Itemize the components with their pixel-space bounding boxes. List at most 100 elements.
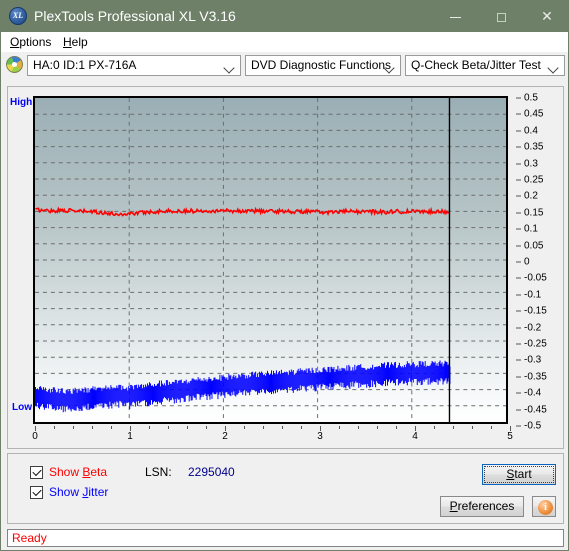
lsn-value: 2295040 (188, 465, 235, 479)
y-axis-tick-mark (516, 343, 521, 345)
y-axis-tick-mark (516, 310, 521, 312)
y-axis-tick-mark (516, 113, 521, 115)
x-axis-tick-mark (92, 426, 93, 429)
y-axis-tick-mark (516, 359, 521, 361)
controls-panel: Show Beta Show Jitter LSN: 2295040 Start… (7, 453, 564, 524)
y-axis-tick-label: 0.05 (524, 240, 544, 252)
y-axis-tick-mark (516, 245, 521, 247)
toolbar: HA:0 ID:1 PX-716A DVD Diagnostic Functio… (1, 52, 568, 80)
menu-item-options[interactable]: Options (6, 34, 55, 50)
menu-item-help[interactable]: Help (59, 34, 92, 50)
start-button[interactable]: Start (482, 464, 556, 485)
close-icon: ✕ (541, 8, 553, 24)
x-axis-tick-label: 5 (507, 431, 513, 442)
chart-series-layer (35, 98, 451, 422)
chart-panel: High Low 0.5 0.45 0.4 0.35 0.3 0.25 0.2 0.15 0.1… (7, 86, 564, 449)
info-icon: i (538, 500, 553, 515)
x-axis-tick-mark (111, 426, 112, 429)
x-axis-tick-mark (149, 426, 150, 429)
drive-select-value: HA:0 ID:1 PX-716A (33, 58, 137, 72)
y-axis-tick-label: -0.5 (524, 420, 542, 432)
x-axis-tick-mark (472, 426, 473, 429)
status-bar: Ready (7, 529, 564, 547)
y-axis-tick-mark (516, 425, 521, 427)
status-text: Ready (12, 531, 47, 545)
chevron-down-icon (380, 56, 399, 75)
y-axis-tick-mark (516, 146, 521, 148)
y-axis-tick-label: 0.5 (524, 92, 538, 104)
close-button[interactable]: ✕ (524, 1, 568, 32)
chart-high-label: High (10, 97, 33, 108)
app-logo-text: XL (12, 11, 24, 20)
y-axis-tick-label: -0.2 (524, 322, 542, 334)
function-select-value: DVD Diagnostic Functions (251, 58, 392, 72)
show-beta-label: Show Beta (49, 465, 108, 479)
chart-x-axis: 0 1 2 3 4 5 (32, 426, 513, 444)
checkbox-checked-icon (30, 466, 43, 479)
y-axis-tick-label: -0.45 (524, 404, 547, 416)
start-button-label: Start (506, 467, 532, 481)
drive-select[interactable]: HA:0 ID:1 PX-716A (27, 55, 241, 76)
x-axis-tick-label: 0 (32, 431, 38, 442)
x-axis-tick-mark (73, 426, 74, 429)
x-axis-tick-mark (244, 426, 245, 429)
y-axis-tick-label: -0.25 (524, 338, 547, 350)
show-jitter-label: Show Jitter (49, 485, 109, 499)
y-axis-tick-label: 0.45 (524, 108, 544, 120)
y-axis-tick-mark (516, 212, 521, 214)
y-axis-tick-mark (516, 277, 521, 279)
test-select[interactable]: Q-Check Beta/Jitter Test (405, 55, 565, 76)
x-axis-tick-label: 2 (222, 431, 228, 442)
title-bar: XL PlexTools Professional XL V3.16 ✕ (1, 1, 568, 32)
y-axis-tick-label: 0.15 (524, 207, 544, 219)
preferences-button[interactable]: Preferences (440, 496, 524, 517)
y-axis-tick-mark (516, 130, 521, 132)
chevron-down-icon (220, 56, 239, 75)
minimize-icon (449, 16, 461, 18)
x-axis-tick-mark (282, 426, 283, 429)
x-axis-tick-mark (396, 426, 397, 429)
checkbox-checked-icon (30, 486, 43, 499)
y-axis-tick-mark (516, 163, 521, 165)
y-axis-tick-mark (516, 294, 521, 296)
x-axis-tick-mark (168, 426, 169, 429)
x-axis-tick-mark (206, 426, 207, 429)
y-axis-tick-mark (516, 376, 521, 378)
minimize-button[interactable] (432, 1, 478, 32)
x-axis-tick-label: 3 (317, 431, 323, 442)
test-select-value: Q-Check Beta/Jitter Test (411, 58, 541, 72)
x-axis-tick-mark (263, 426, 264, 429)
maximize-button[interactable] (478, 1, 524, 32)
chart-low-label: Low (12, 402, 32, 413)
x-axis-tick-label: 1 (127, 431, 133, 442)
x-axis-tick-mark (54, 426, 55, 429)
info-button[interactable]: i (532, 496, 556, 517)
x-axis-tick-mark (358, 426, 359, 429)
chart-plot-area (33, 96, 508, 424)
y-axis-tick-label: 0.4 (524, 125, 538, 137)
x-axis-tick-mark (491, 426, 492, 429)
y-axis-tick-mark (516, 228, 521, 230)
y-axis-tick-label: 0.35 (524, 141, 544, 153)
maximize-icon (496, 12, 506, 22)
lsn-label: LSN: (145, 465, 172, 479)
y-axis-tick-label: 0.3 (524, 158, 538, 170)
y-axis-tick-mark (516, 261, 521, 263)
x-axis-tick-mark (434, 426, 435, 429)
x-axis-tick-mark (301, 426, 302, 429)
info-icon-letter: i (544, 502, 547, 513)
y-axis-tick-label: -0.4 (524, 387, 542, 399)
y-axis-tick-label: 0 (524, 256, 530, 268)
app-logo-icon: XL (9, 7, 27, 25)
y-axis-tick-mark (516, 195, 521, 197)
application-window: XL PlexTools Professional XL V3.16 ✕ Opt… (0, 0, 569, 551)
chart-y-axis: 0.5 0.45 0.4 0.35 0.3 0.25 0.2 0.15 0.1 0.05 0 -0.0… (516, 92, 564, 432)
y-axis-tick-mark (516, 179, 521, 181)
y-axis-tick-mark (516, 97, 521, 99)
preferences-button-label: Preferences (449, 499, 515, 513)
chevron-down-icon (544, 56, 563, 75)
x-axis-tick-mark (377, 426, 378, 429)
function-select[interactable]: DVD Diagnostic Functions (245, 55, 401, 76)
menu-item-options-label: ptions (19, 35, 52, 49)
y-axis-tick-label: -0.3 (524, 354, 542, 366)
